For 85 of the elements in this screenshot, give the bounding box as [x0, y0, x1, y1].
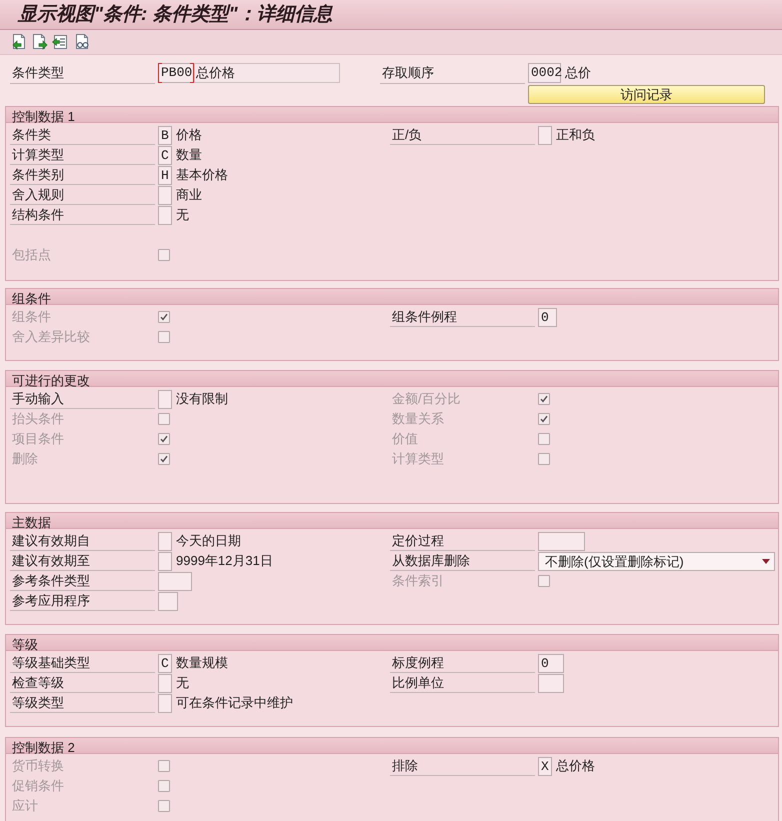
- field-label: 计算类型: [391, 450, 445, 468]
- field-label: 定价过程: [390, 531, 535, 551]
- input-field[interactable]: X: [538, 756, 552, 776]
- field-label: 价值: [391, 430, 419, 448]
- access-records-button[interactable]: 访问记录: [528, 85, 765, 104]
- input-field[interactable]: B: [158, 126, 172, 144]
- field-label: 金额/百分比: [391, 390, 462, 408]
- input-field[interactable]: [158, 206, 172, 224]
- section-title: 控制数据 2: [12, 740, 75, 755]
- description-text: 没有限制: [176, 390, 228, 408]
- dropdown[interactable]: 不删除(仅设置删除标记): [538, 552, 775, 570]
- field-label: 计算类型: [10, 145, 155, 165]
- field-label: 标度例程: [390, 653, 535, 673]
- field-label: 建议有效期自: [10, 531, 155, 551]
- field-label: 货币转换: [11, 757, 65, 775]
- description-text: 数量规模: [176, 654, 228, 672]
- description-field: 总价格: [194, 63, 340, 83]
- description-text: 数量: [176, 146, 202, 164]
- description-text: 基本价格: [176, 166, 228, 184]
- description-text: 今天的日期: [176, 532, 241, 550]
- field-label: 参考条件类型: [10, 571, 155, 591]
- window-title: 显示视图"条件: 条件类型"：详细信息: [18, 2, 333, 26]
- field-label: 等级类型: [10, 693, 155, 713]
- field-label: 舍入差异比较: [11, 328, 91, 346]
- field-label: 包括点: [11, 246, 52, 264]
- input-field[interactable]: 0: [538, 654, 564, 672]
- input-field[interactable]: [158, 186, 172, 204]
- input-field[interactable]: [538, 674, 564, 692]
- field-label: 删除: [11, 450, 39, 468]
- field-label: 条件类型: [10, 62, 155, 84]
- field-label: 条件类别: [10, 165, 155, 185]
- input-field[interactable]: PB00: [158, 63, 194, 83]
- field-label: 存取顺序: [380, 62, 525, 84]
- field-label: 条件索引: [391, 572, 445, 590]
- input-field[interactable]: [158, 572, 192, 590]
- description-text: 无: [176, 206, 189, 224]
- field-label: 应计: [11, 797, 39, 815]
- description-text: 9999年12月31日: [176, 552, 273, 570]
- section-title: 组条件: [12, 291, 51, 306]
- input-field[interactable]: H: [158, 166, 172, 184]
- input-field[interactable]: C: [158, 146, 172, 164]
- field-label: 参考应用程序: [10, 591, 155, 611]
- description-text: 无: [176, 674, 189, 692]
- page-glasses-icon[interactable]: [75, 34, 91, 50]
- field-label: 检查等级: [10, 673, 155, 693]
- field-label: 手动输入: [10, 389, 155, 409]
- page-arrow-right-icon[interactable]: [32, 34, 48, 50]
- input-field[interactable]: [158, 390, 172, 408]
- field-label: 建议有效期至: [10, 551, 155, 571]
- input-field[interactable]: [538, 532, 585, 550]
- input-field[interactable]: [158, 532, 172, 550]
- field-label: 正/负: [390, 125, 535, 145]
- input-field[interactable]: [538, 126, 552, 144]
- field-label: 数量关系: [391, 410, 445, 428]
- field-label: 项目条件: [11, 430, 65, 448]
- input-field[interactable]: C: [158, 654, 172, 672]
- field-label: 从数据库删除: [390, 551, 535, 571]
- field-label: 组条件例程: [390, 307, 535, 327]
- section-title: 等级: [12, 637, 38, 652]
- input-field[interactable]: [158, 674, 172, 692]
- section-title: 控制数据 1: [12, 109, 75, 124]
- description-text: 商业: [176, 186, 202, 204]
- dropdown-arrow-icon: [762, 558, 770, 564]
- description-text: 价格: [176, 126, 202, 144]
- input-field[interactable]: [158, 552, 172, 570]
- field-label: 等级基础类型: [10, 653, 155, 673]
- description-text: 总价格: [556, 757, 595, 776]
- page-arrow-left-icon[interactable]: [12, 34, 28, 50]
- description-text: 正和负: [556, 126, 595, 144]
- field-label: 组条件: [11, 308, 52, 326]
- section-title: 可进行的更改: [12, 373, 90, 388]
- field-label: 抬头条件: [11, 410, 65, 428]
- field-label: 结构条件: [10, 205, 155, 225]
- field-label: 条件类: [10, 125, 155, 145]
- input-field[interactable]: 0002: [528, 63, 561, 83]
- field-label: 比例单位: [390, 673, 535, 693]
- input-field[interactable]: [158, 592, 178, 610]
- field-label: 排除: [390, 756, 535, 776]
- description-text: 可在条件记录中维护: [176, 694, 293, 712]
- input-field[interactable]: [158, 694, 172, 712]
- input-field[interactable]: 0: [538, 308, 557, 326]
- field-label: 舍入规则: [10, 185, 155, 205]
- field-label: 促销条件: [11, 777, 65, 795]
- description-text: 总价: [565, 64, 591, 82]
- section-title: 主数据: [12, 515, 51, 530]
